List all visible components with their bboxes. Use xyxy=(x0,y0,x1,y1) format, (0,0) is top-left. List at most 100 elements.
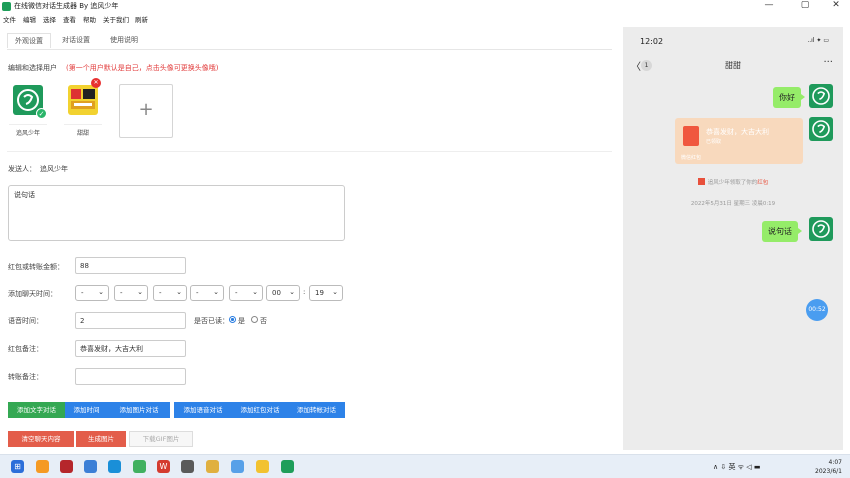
red-packet-text: 恭喜发财，大吉大利 xyxy=(706,128,769,136)
time-divider: 2022年5月31日 星期三 凌晨0:19 xyxy=(690,201,776,207)
red-packet-icon xyxy=(683,126,699,146)
time-colon: : xyxy=(303,288,306,296)
system-tray[interactable]: ∧ ⇩ 英 ᯤ ◁ ▬ xyxy=(713,462,761,472)
tab-appearance[interactable]: 外观设置 xyxy=(7,33,51,48)
transfer-note-input[interactable] xyxy=(75,368,186,385)
voice-label: 语音时间： xyxy=(8,317,43,325)
read-no-radio[interactable] xyxy=(251,316,258,323)
app-icon[interactable] xyxy=(181,460,194,473)
taskbar: ⊞ W ∧ ⇩ 英 ᯤ ◁ ▬ 4:07 2023/6/1 xyxy=(0,454,850,478)
wechat-avatar xyxy=(809,217,833,241)
user-name: 追风少年 xyxy=(9,124,47,137)
app-icon[interactable] xyxy=(84,460,97,473)
red-packet-footer: 微信红包 xyxy=(681,155,702,161)
app-icon[interactable] xyxy=(60,460,73,473)
add-voice-button[interactable]: 添加语音对话 xyxy=(174,402,232,418)
day-select[interactable]: - ⌄ xyxy=(153,285,187,301)
phone-status-bar: 12:02 ..ıl ✦ ▭ xyxy=(623,27,843,49)
users-hint: (第一个用户默认是自己，点击头像可更换头像哦) xyxy=(66,64,219,72)
minute-select[interactable]: 19 ⌄ xyxy=(309,285,343,301)
window-title: 在线微信对话生成器 By 追风少年 xyxy=(14,2,119,10)
selected-check-icon: ✓ xyxy=(36,108,47,119)
users-label: 编辑和选择用户 xyxy=(8,64,57,72)
sender-label: 发送人： xyxy=(8,165,36,173)
add-image-button[interactable]: 添加图片对话 xyxy=(108,402,170,418)
menu-file[interactable]: 文件 xyxy=(3,14,16,24)
chat-bubble: 你好 xyxy=(773,87,805,108)
menu-view[interactable]: 查看 xyxy=(63,14,76,24)
month-select[interactable]: - ⌄ xyxy=(114,285,148,301)
tab-dialog[interactable]: 对话设置 xyxy=(55,33,97,47)
files-icon[interactable] xyxy=(36,460,49,473)
more-icon[interactable]: ··· xyxy=(823,57,833,68)
app-icon xyxy=(2,2,11,11)
app-icon[interactable] xyxy=(231,460,244,473)
read-label: 是否已读： xyxy=(194,317,229,325)
divider xyxy=(7,151,612,152)
wechat-avatar xyxy=(809,117,833,141)
chat-time-label: 添加聊天时间： xyxy=(8,290,57,298)
chat-bubble: 说句话 xyxy=(762,221,802,242)
tab-divider xyxy=(7,49,612,50)
maximize-button[interactable]: ▢ xyxy=(798,0,812,10)
red-amount-input[interactable] xyxy=(75,257,186,274)
phone-nav-bar: 〈 1 甜甜 ··· xyxy=(623,56,843,73)
add-transfer-button[interactable]: 添加转帐对话 xyxy=(288,402,345,418)
folder-icon[interactable] xyxy=(256,460,269,473)
browser-icon[interactable] xyxy=(108,460,121,473)
wechat-generator-icon[interactable] xyxy=(281,460,294,473)
red-packet-bubble: 恭喜发财，大吉大利 已领取 微信红包 xyxy=(675,118,803,164)
minimize-button[interactable]: — xyxy=(762,0,776,10)
weekday-select[interactable]: - ⌄ xyxy=(190,285,224,301)
phone-time: 12:02 xyxy=(640,37,664,46)
user-card[interactable]: ✕ 甜甜 xyxy=(64,78,102,137)
add-user-button[interactable]: + xyxy=(119,84,173,138)
menu-select[interactable]: 选择 xyxy=(43,14,56,24)
hour-select[interactable]: 00 ⌄ xyxy=(266,285,300,301)
red-packet-status: 已领取 xyxy=(706,139,722,145)
add-text-button[interactable]: 添加文字对话 xyxy=(8,402,65,418)
voice-duration-bubble[interactable]: 00:52 xyxy=(806,299,828,321)
clock[interactable]: 4:07 2023/6/1 xyxy=(815,458,842,476)
sticker-avatar[interactable] xyxy=(68,85,98,115)
download-gif-button[interactable]: 下载GIF图片 xyxy=(129,431,193,447)
title-bar: 在线微信对话生成器 By 追风少年 — ▢ ✕ xyxy=(0,0,850,13)
menu-about[interactable]: 关于我们 xyxy=(103,14,129,24)
red-note-label: 红包备注： xyxy=(8,345,43,353)
plus-icon: + xyxy=(138,99,154,120)
close-button[interactable]: ✕ xyxy=(829,0,843,10)
sender-name: 追风少年 xyxy=(40,165,68,173)
wps-icon[interactable]: W xyxy=(157,460,170,473)
menu-edit[interactable]: 编辑 xyxy=(23,14,36,24)
system-message: 追风少年领取了你的红包 xyxy=(623,178,843,186)
menu-refresh[interactable]: 刷新 xyxy=(135,14,148,24)
start-icon[interactable]: ⊞ xyxy=(11,460,24,473)
transfer-note-label: 转账备注： xyxy=(8,373,43,381)
user-card[interactable]: ✓ 追风少年 xyxy=(9,82,47,137)
wechat-avatar xyxy=(809,84,833,108)
menu-help[interactable]: 帮助 xyxy=(83,14,96,24)
red-note-input[interactable] xyxy=(75,340,186,357)
year-select[interactable]: - ⌄ xyxy=(75,285,109,301)
red-amount-label: 红包或转账金额： xyxy=(8,263,64,271)
menu-bar: 文件 编辑 选择 查看 帮助 关于我们 刷新 xyxy=(0,13,850,24)
voice-duration-input[interactable] xyxy=(75,312,186,329)
delete-user-icon[interactable]: ✕ xyxy=(91,78,101,88)
read-no-label: 否 xyxy=(260,317,267,325)
signal-battery-icon: ..ıl ✦ ▭ xyxy=(807,37,829,44)
app-icon[interactable] xyxy=(206,460,219,473)
app-icon[interactable] xyxy=(133,460,146,473)
add-red-packet-button[interactable]: 添加红包对话 xyxy=(232,402,288,418)
add-time-button[interactable]: 添加时间 xyxy=(65,402,108,418)
read-yes-radio[interactable] xyxy=(229,316,236,323)
clear-chat-button[interactable]: 清空聊天内容 xyxy=(8,431,74,447)
period-select[interactable]: - ⌄ xyxy=(229,285,263,301)
user-name: 甜甜 xyxy=(64,124,102,137)
tab-instructions[interactable]: 使用说明 xyxy=(103,33,145,47)
generate-image-button[interactable]: 生成图片 xyxy=(76,431,126,447)
message-textarea[interactable] xyxy=(8,185,345,241)
phone-preview: 12:02 ..ıl ✦ ▭ 〈 1 甜甜 ··· 你好 恭喜发财，大吉大利 已… xyxy=(623,27,843,450)
contact-name: 甜甜 xyxy=(725,61,741,70)
red-packet-icon xyxy=(697,178,705,185)
read-yes-label: 是 xyxy=(238,317,245,325)
